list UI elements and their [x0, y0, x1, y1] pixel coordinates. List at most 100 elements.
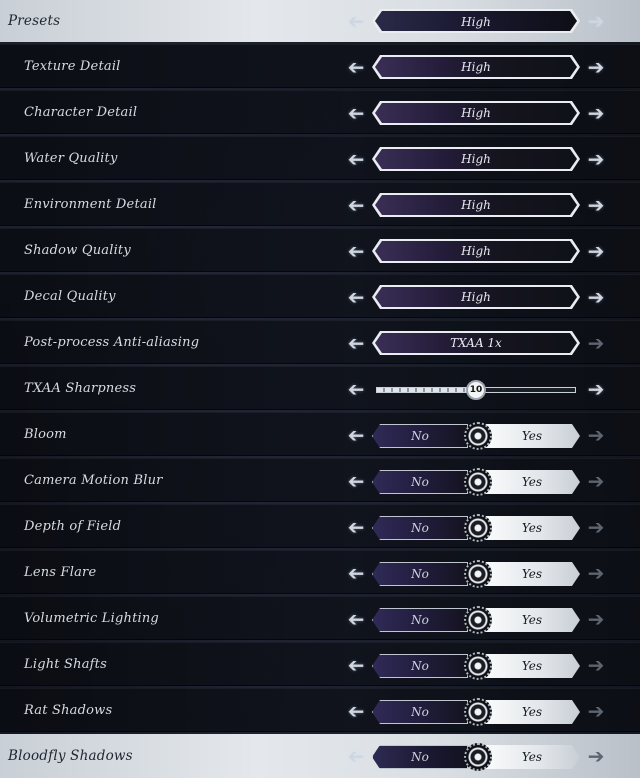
- arrow-left-icon[interactable]: ➔: [343, 468, 369, 494]
- arrow-left-icon[interactable]: ➔: [343, 743, 369, 769]
- arrow-left-icon[interactable]: ➔: [343, 54, 369, 80]
- presets-row[interactable]: Presets ➔ High ➔: [0, 0, 640, 42]
- arrow-right-icon[interactable]: ➔: [583, 422, 609, 448]
- toggle-no-option[interactable]: No: [372, 516, 468, 540]
- yes-no-toggle[interactable]: No Yes: [372, 560, 580, 588]
- arrow-right-icon[interactable]: ➔: [583, 100, 609, 126]
- setting-row[interactable]: Rat Shadows ➔ No Yes ➔: [0, 688, 640, 732]
- toggle-yes-option[interactable]: Yes: [484, 654, 580, 678]
- setting-row[interactable]: Character Detail ➔ High ➔: [0, 90, 640, 134]
- setting-row[interactable]: Water Quality ➔ High ➔: [0, 136, 640, 180]
- option-selector[interactable]: High: [372, 55, 580, 79]
- bloodfly-shadows-row[interactable]: Bloodfly Shadows ➔ No Yes ➔: [0, 734, 640, 778]
- gear-knob-icon: [464, 743, 492, 771]
- arrow-left-icon[interactable]: ➔: [343, 330, 369, 356]
- gear-knob-icon: [464, 422, 492, 450]
- yes-no-toggle[interactable]: No Yes: [372, 468, 580, 496]
- presets-selector[interactable]: High: [372, 9, 580, 33]
- toggle-no-option[interactable]: No: [372, 424, 468, 448]
- arrow-left-icon[interactable]: ➔: [343, 284, 369, 310]
- yes-no-toggle[interactable]: No Yes: [372, 514, 580, 542]
- selector-value: High: [461, 244, 491, 258]
- toggle-no-option[interactable]: No: [372, 700, 468, 724]
- setting-label: Lens Flare: [24, 564, 97, 580]
- arrow-left-icon[interactable]: ➔: [343, 100, 369, 126]
- arrow-left-icon[interactable]: ➔: [343, 560, 369, 586]
- setting-row[interactable]: Post-process Anti-aliasing ➔ TXAA 1x ➔: [0, 320, 640, 364]
- arrow-right-icon[interactable]: ➔: [583, 146, 609, 172]
- toggle-yes-option[interactable]: Yes: [484, 424, 580, 448]
- setting-row[interactable]: Camera Motion Blur ➔ No Yes ➔: [0, 458, 640, 502]
- option-selector[interactable]: High: [372, 147, 580, 171]
- arrow-right-icon[interactable]: ➔: [583, 54, 609, 80]
- toggle-no-option[interactable]: No: [372, 608, 468, 632]
- bloodfly-shadows-toggle[interactable]: No Yes: [372, 743, 580, 771]
- arrow-right-icon[interactable]: ➔: [583, 514, 609, 540]
- settings-list: Presets ➔ High ➔ Bloodfly Shadows ➔ No Y…: [0, 0, 640, 778]
- yes-no-toggle[interactable]: No Yes: [372, 698, 580, 726]
- arrow-left-icon[interactable]: ➔: [343, 238, 369, 264]
- setting-label: Light Shafts: [24, 656, 107, 672]
- setting-label: Character Detail: [24, 104, 138, 120]
- presets-label: Presets: [8, 13, 61, 29]
- setting-row[interactable]: Lens Flare ➔ No Yes ➔: [0, 550, 640, 594]
- arrow-right-icon[interactable]: ➔: [583, 192, 609, 218]
- setting-row[interactable]: Light Shafts ➔ No Yes ➔: [0, 642, 640, 686]
- setting-row[interactable]: Environment Detail ➔ High ➔: [0, 182, 640, 226]
- slider-knob[interactable]: 10: [466, 380, 486, 400]
- setting-label: Environment Detail: [24, 196, 157, 212]
- setting-row[interactable]: Decal Quality ➔ High ➔: [0, 274, 640, 318]
- toggle-no-option[interactable]: No: [372, 654, 468, 678]
- arrow-right-icon[interactable]: ➔: [583, 284, 609, 310]
- arrow-right-icon[interactable]: ➔: [583, 560, 609, 586]
- arrow-left-icon[interactable]: ➔: [343, 8, 369, 34]
- arrow-left-icon[interactable]: ➔: [343, 698, 369, 724]
- toggle-yes-option[interactable]: Yes: [484, 516, 580, 540]
- setting-row[interactable]: Shadow Quality ➔ High ➔: [0, 228, 640, 272]
- setting-row[interactable]: Texture Detail ➔ High ➔: [0, 44, 640, 88]
- arrow-right-icon[interactable]: ➔: [583, 8, 609, 34]
- option-selector[interactable]: High: [372, 239, 580, 263]
- yes-no-toggle[interactable]: No Yes: [372, 606, 580, 634]
- option-selector[interactable]: High: [372, 101, 580, 125]
- arrow-left-icon[interactable]: ➔: [343, 422, 369, 448]
- yes-no-toggle[interactable]: No Yes: [372, 652, 580, 680]
- setting-label: Depth of Field: [24, 518, 122, 534]
- option-selector[interactable]: High: [372, 285, 580, 309]
- toggle-yes-option[interactable]: Yes: [484, 608, 580, 632]
- setting-row[interactable]: TXAA Sharpness ➔ 10 ➔: [0, 366, 640, 410]
- arrow-right-icon[interactable]: ➔: [583, 330, 609, 356]
- setting-label: Water Quality: [24, 150, 118, 166]
- toggle-no-option[interactable]: No: [372, 562, 468, 586]
- arrow-right-icon[interactable]: ➔: [583, 468, 609, 494]
- toggle-yes-option[interactable]: Yes: [484, 700, 580, 724]
- option-selector[interactable]: TXAA 1x: [372, 331, 580, 355]
- toggle-yes-option[interactable]: Yes: [484, 470, 580, 494]
- arrow-right-icon[interactable]: ➔: [583, 743, 609, 769]
- selector-value: High: [461, 106, 491, 120]
- arrow-left-icon[interactable]: ➔: [343, 514, 369, 540]
- arrow-left-icon[interactable]: ➔: [343, 652, 369, 678]
- toggle-yes-option[interactable]: Yes: [484, 562, 580, 586]
- toggle-no-option[interactable]: No: [372, 470, 468, 494]
- arrow-right-icon[interactable]: ➔: [583, 238, 609, 264]
- setting-label: Post-process Anti-aliasing: [24, 334, 200, 350]
- arrow-left-icon[interactable]: ➔: [343, 376, 369, 402]
- yes-no-toggle[interactable]: No Yes: [372, 422, 580, 450]
- sharpness-slider[interactable]: 10: [376, 380, 576, 400]
- setting-row[interactable]: Bloom ➔ No Yes ➔: [0, 412, 640, 456]
- arrow-left-icon[interactable]: ➔: [343, 192, 369, 218]
- toggle-yes-option[interactable]: Yes: [484, 745, 580, 769]
- arrow-right-icon[interactable]: ➔: [583, 376, 609, 402]
- arrow-left-icon[interactable]: ➔: [343, 146, 369, 172]
- arrow-right-icon[interactable]: ➔: [583, 652, 609, 678]
- arrow-left-icon[interactable]: ➔: [343, 606, 369, 632]
- arrow-right-icon[interactable]: ➔: [583, 606, 609, 632]
- toggle-no-option[interactable]: No: [372, 745, 468, 769]
- setting-label: Camera Motion Blur: [24, 472, 163, 488]
- slider-fill: [377, 388, 476, 392]
- setting-row[interactable]: Volumetric Lighting ➔ No Yes ➔: [0, 596, 640, 640]
- setting-row[interactable]: Depth of Field ➔ No Yes ➔: [0, 504, 640, 548]
- option-selector[interactable]: High: [372, 193, 580, 217]
- arrow-right-icon[interactable]: ➔: [583, 698, 609, 724]
